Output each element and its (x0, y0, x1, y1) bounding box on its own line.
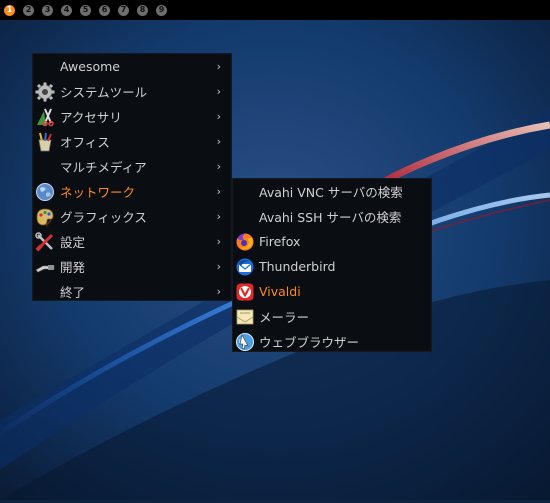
submenu-item-web-browser[interactable]: ウェブブラウザー (233, 329, 431, 354)
menu-item-label: Thunderbird (259, 259, 336, 274)
chevron-right-icon: › (216, 60, 221, 73)
menu-item-settings[interactable]: 設定 › (33, 229, 231, 254)
chevron-right-icon: › (216, 85, 221, 98)
menu-item-label: Vivaldi (259, 284, 301, 299)
submenu-item-thunderbird[interactable]: Thunderbird (233, 254, 431, 279)
tag-7[interactable]: 7 (118, 4, 129, 16)
tag-2[interactable]: 2 (23, 4, 34, 16)
menu-item-graphics[interactable]: グラフィックス › (33, 204, 231, 229)
menu-item-label: システムツール (60, 85, 148, 100)
thunderbird-icon (234, 256, 256, 278)
chevron-right-icon: › (216, 260, 221, 273)
menu-item-label: 開発 (60, 260, 86, 275)
menu-item-label: グラフィックス (60, 210, 147, 225)
menu-item-label: メーラー (259, 310, 310, 325)
submenu-item-vivaldi[interactable]: Vivaldi (233, 279, 431, 304)
tag-6[interactable]: 6 (99, 4, 110, 16)
tag-5[interactable]: 5 (80, 4, 91, 16)
accessories-icon (34, 106, 56, 128)
globe-icon (34, 181, 56, 203)
menu-item-office[interactable]: オフィス › (33, 129, 231, 154)
chevron-right-icon: › (216, 210, 221, 223)
web-browser-icon (234, 331, 256, 353)
chevron-right-icon: › (216, 160, 221, 173)
palette-icon (34, 206, 56, 228)
menu-item-label: アクセサリ (60, 110, 122, 125)
submenu-item-mailer[interactable]: メーラー (233, 304, 431, 329)
firefox-icon (234, 231, 256, 253)
submenu-item-firefox[interactable]: Firefox (233, 229, 431, 254)
menu-item-system-tools[interactable]: システムツール › (33, 79, 231, 104)
network-submenu: Avahi VNC サーバの検索 Avahi SSH サーバの検索 Firefo… (232, 178, 432, 352)
menu-item-label: オフィス (60, 135, 110, 150)
menu-item-multimedia[interactable]: マルチメディア › (33, 154, 231, 179)
tag-1[interactable]: 1 (4, 4, 15, 16)
office-icon (34, 131, 56, 153)
menu-item-label: 設定 (60, 235, 86, 250)
menu-item-network[interactable]: ネットワーク › (33, 179, 231, 204)
main-menu: Awesome › システムツール › アクセサリ › オフィス › マルチメデ… (32, 53, 232, 301)
submenu-item-avahi-vnc[interactable]: Avahi VNC サーバの検索 (233, 179, 431, 204)
menu-item-label: Firefox (259, 234, 301, 249)
menu-item-exit[interactable]: 終了 › (33, 279, 231, 304)
gear-icon (34, 81, 56, 103)
menu-item-awesome[interactable]: Awesome › (33, 54, 231, 79)
chevron-right-icon: › (216, 235, 221, 248)
vivaldi-icon (234, 281, 256, 303)
menu-item-label: Avahi VNC サーバの検索 (259, 185, 403, 200)
tag-4[interactable]: 4 (61, 4, 72, 16)
tag-8[interactable]: 8 (137, 4, 148, 16)
chevron-right-icon: › (216, 285, 221, 298)
menu-item-label: 終了 (60, 285, 86, 300)
settings-tools-icon (34, 231, 56, 253)
mail-icon (234, 306, 256, 328)
menu-item-label: マルチメディア (60, 160, 147, 175)
menu-item-label: Awesome (60, 59, 120, 74)
chevron-right-icon: › (216, 185, 221, 198)
development-icon (34, 256, 56, 278)
chevron-right-icon: › (216, 110, 221, 123)
chevron-right-icon: › (216, 135, 221, 148)
menu-item-development[interactable]: 開発 › (33, 254, 231, 279)
submenu-item-avahi-ssh[interactable]: Avahi SSH サーバの検索 (233, 204, 431, 229)
menu-item-label: ウェブブラウザー (259, 335, 360, 350)
menu-item-label: Avahi SSH サーバの検索 (259, 210, 402, 225)
menu-item-label: ネットワーク (60, 185, 136, 200)
top-bar: 1 2 3 4 5 6 7 8 9 (0, 0, 550, 20)
tag-9[interactable]: 9 (156, 4, 167, 16)
menu-item-accessories[interactable]: アクセサリ › (33, 104, 231, 129)
tag-3[interactable]: 3 (42, 4, 53, 16)
